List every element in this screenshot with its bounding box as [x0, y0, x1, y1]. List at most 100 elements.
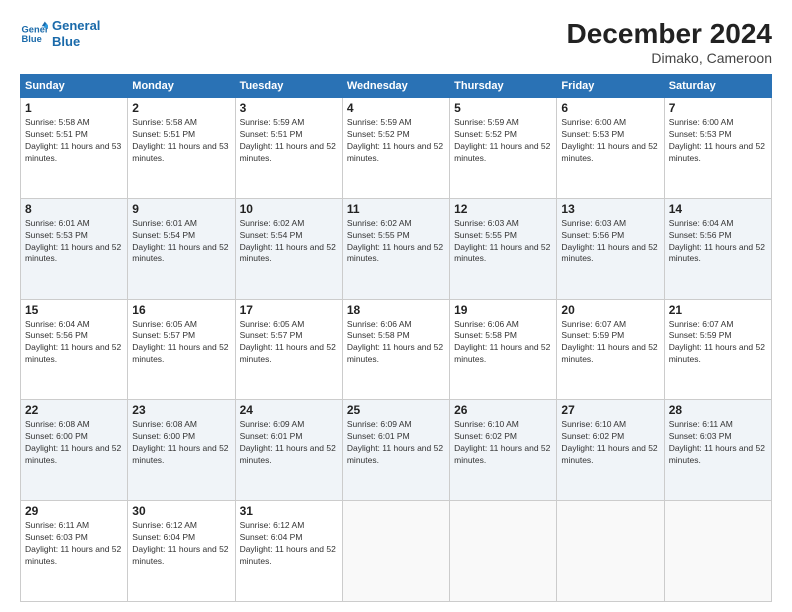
day-number: 15 [25, 303, 123, 317]
day-number: 4 [347, 101, 445, 115]
calendar-cell [557, 501, 664, 602]
day-info: Sunrise: 6:09 AM Sunset: 6:01 PM Dayligh… [347, 419, 445, 467]
day-info: Sunrise: 6:00 AM Sunset: 5:53 PM Dayligh… [669, 117, 767, 165]
day-info: Sunrise: 6:06 AM Sunset: 5:58 PM Dayligh… [347, 319, 445, 367]
day-info: Sunrise: 6:07 AM Sunset: 5:59 PM Dayligh… [561, 319, 659, 367]
day-number: 21 [669, 303, 767, 317]
page-title: December 2024 [567, 18, 772, 50]
day-info: Sunrise: 6:01 AM Sunset: 5:53 PM Dayligh… [25, 218, 123, 266]
calendar-week-1: 1 Sunrise: 5:58 AM Sunset: 5:51 PM Dayli… [21, 98, 772, 199]
col-header-monday: Monday [128, 75, 235, 98]
day-info: Sunrise: 6:11 AM Sunset: 6:03 PM Dayligh… [25, 520, 123, 568]
logo: General Blue General Blue [20, 18, 100, 49]
calendar-week-3: 15 Sunrise: 6:04 AM Sunset: 5:56 PM Dayl… [21, 299, 772, 400]
day-info: Sunrise: 6:07 AM Sunset: 5:59 PM Dayligh… [669, 319, 767, 367]
day-info: Sunrise: 6:12 AM Sunset: 6:04 PM Dayligh… [132, 520, 230, 568]
day-number: 27 [561, 403, 659, 417]
title-block: December 2024 Dimako, Cameroon [567, 18, 772, 66]
day-info: Sunrise: 6:12 AM Sunset: 6:04 PM Dayligh… [240, 520, 338, 568]
page-subtitle: Dimako, Cameroon [567, 50, 772, 66]
day-info: Sunrise: 6:04 AM Sunset: 5:56 PM Dayligh… [25, 319, 123, 367]
calendar-cell: 31 Sunrise: 6:12 AM Sunset: 6:04 PM Dayl… [235, 501, 342, 602]
day-info: Sunrise: 6:06 AM Sunset: 5:58 PM Dayligh… [454, 319, 552, 367]
col-header-thursday: Thursday [450, 75, 557, 98]
calendar-cell: 11 Sunrise: 6:02 AM Sunset: 5:55 PM Dayl… [342, 198, 449, 299]
day-number: 2 [132, 101, 230, 115]
day-number: 5 [454, 101, 552, 115]
calendar-cell: 27 Sunrise: 6:10 AM Sunset: 6:02 PM Dayl… [557, 400, 664, 501]
day-info: Sunrise: 6:02 AM Sunset: 5:55 PM Dayligh… [347, 218, 445, 266]
day-number: 8 [25, 202, 123, 216]
day-number: 13 [561, 202, 659, 216]
day-info: Sunrise: 6:08 AM Sunset: 6:00 PM Dayligh… [132, 419, 230, 467]
svg-text:Blue: Blue [22, 33, 42, 43]
logo-icon: General Blue [20, 20, 48, 48]
day-number: 12 [454, 202, 552, 216]
calendar-cell: 6 Sunrise: 6:00 AM Sunset: 5:53 PM Dayli… [557, 98, 664, 199]
calendar-cell: 7 Sunrise: 6:00 AM Sunset: 5:53 PM Dayli… [664, 98, 771, 199]
calendar-cell: 24 Sunrise: 6:09 AM Sunset: 6:01 PM Dayl… [235, 400, 342, 501]
calendar-cell: 1 Sunrise: 5:58 AM Sunset: 5:51 PM Dayli… [21, 98, 128, 199]
calendar-cell: 30 Sunrise: 6:12 AM Sunset: 6:04 PM Dayl… [128, 501, 235, 602]
col-header-saturday: Saturday [664, 75, 771, 98]
day-number: 9 [132, 202, 230, 216]
calendar-cell: 8 Sunrise: 6:01 AM Sunset: 5:53 PM Dayli… [21, 198, 128, 299]
day-number: 17 [240, 303, 338, 317]
logo-general: General [52, 18, 100, 34]
calendar-cell: 15 Sunrise: 6:04 AM Sunset: 5:56 PM Dayl… [21, 299, 128, 400]
calendar-cell: 16 Sunrise: 6:05 AM Sunset: 5:57 PM Dayl… [128, 299, 235, 400]
day-number: 23 [132, 403, 230, 417]
day-info: Sunrise: 6:08 AM Sunset: 6:00 PM Dayligh… [25, 419, 123, 467]
col-header-sunday: Sunday [21, 75, 128, 98]
day-number: 3 [240, 101, 338, 115]
header: General Blue General Blue December 2024 … [20, 18, 772, 66]
day-number: 14 [669, 202, 767, 216]
day-number: 26 [454, 403, 552, 417]
day-info: Sunrise: 6:00 AM Sunset: 5:53 PM Dayligh… [561, 117, 659, 165]
calendar-header-row: SundayMondayTuesdayWednesdayThursdayFrid… [21, 75, 772, 98]
day-info: Sunrise: 6:09 AM Sunset: 6:01 PM Dayligh… [240, 419, 338, 467]
day-info: Sunrise: 5:59 AM Sunset: 5:52 PM Dayligh… [347, 117, 445, 165]
calendar-cell: 25 Sunrise: 6:09 AM Sunset: 6:01 PM Dayl… [342, 400, 449, 501]
day-info: Sunrise: 6:10 AM Sunset: 6:02 PM Dayligh… [454, 419, 552, 467]
day-number: 7 [669, 101, 767, 115]
day-number: 1 [25, 101, 123, 115]
day-number: 18 [347, 303, 445, 317]
calendar-cell: 5 Sunrise: 5:59 AM Sunset: 5:52 PM Dayli… [450, 98, 557, 199]
day-number: 6 [561, 101, 659, 115]
calendar-cell: 29 Sunrise: 6:11 AM Sunset: 6:03 PM Dayl… [21, 501, 128, 602]
day-number: 19 [454, 303, 552, 317]
calendar-cell: 28 Sunrise: 6:11 AM Sunset: 6:03 PM Dayl… [664, 400, 771, 501]
calendar-cell: 9 Sunrise: 6:01 AM Sunset: 5:54 PM Dayli… [128, 198, 235, 299]
calendar-cell: 17 Sunrise: 6:05 AM Sunset: 5:57 PM Dayl… [235, 299, 342, 400]
day-info: Sunrise: 6:04 AM Sunset: 5:56 PM Dayligh… [669, 218, 767, 266]
calendar-cell: 3 Sunrise: 5:59 AM Sunset: 5:51 PM Dayli… [235, 98, 342, 199]
day-number: 10 [240, 202, 338, 216]
calendar-cell: 19 Sunrise: 6:06 AM Sunset: 5:58 PM Dayl… [450, 299, 557, 400]
day-number: 16 [132, 303, 230, 317]
day-info: Sunrise: 5:58 AM Sunset: 5:51 PM Dayligh… [25, 117, 123, 165]
day-info: Sunrise: 5:59 AM Sunset: 5:52 PM Dayligh… [454, 117, 552, 165]
calendar-cell [450, 501, 557, 602]
day-info: Sunrise: 6:03 AM Sunset: 5:56 PM Dayligh… [561, 218, 659, 266]
col-header-friday: Friday [557, 75, 664, 98]
calendar-cell: 23 Sunrise: 6:08 AM Sunset: 6:00 PM Dayl… [128, 400, 235, 501]
day-number: 20 [561, 303, 659, 317]
day-number: 29 [25, 504, 123, 518]
calendar-table: SundayMondayTuesdayWednesdayThursdayFrid… [20, 74, 772, 602]
calendar-cell: 2 Sunrise: 5:58 AM Sunset: 5:51 PM Dayli… [128, 98, 235, 199]
day-info: Sunrise: 5:58 AM Sunset: 5:51 PM Dayligh… [132, 117, 230, 165]
day-number: 22 [25, 403, 123, 417]
day-number: 31 [240, 504, 338, 518]
calendar-cell: 20 Sunrise: 6:07 AM Sunset: 5:59 PM Dayl… [557, 299, 664, 400]
day-number: 25 [347, 403, 445, 417]
calendar-cell: 21 Sunrise: 6:07 AM Sunset: 5:59 PM Dayl… [664, 299, 771, 400]
calendar-cell: 10 Sunrise: 6:02 AM Sunset: 5:54 PM Dayl… [235, 198, 342, 299]
day-number: 11 [347, 202, 445, 216]
calendar-week-5: 29 Sunrise: 6:11 AM Sunset: 6:03 PM Dayl… [21, 501, 772, 602]
calendar-cell: 18 Sunrise: 6:06 AM Sunset: 5:58 PM Dayl… [342, 299, 449, 400]
calendar-cell: 26 Sunrise: 6:10 AM Sunset: 6:02 PM Dayl… [450, 400, 557, 501]
day-info: Sunrise: 6:10 AM Sunset: 6:02 PM Dayligh… [561, 419, 659, 467]
day-number: 24 [240, 403, 338, 417]
calendar-cell: 14 Sunrise: 6:04 AM Sunset: 5:56 PM Dayl… [664, 198, 771, 299]
